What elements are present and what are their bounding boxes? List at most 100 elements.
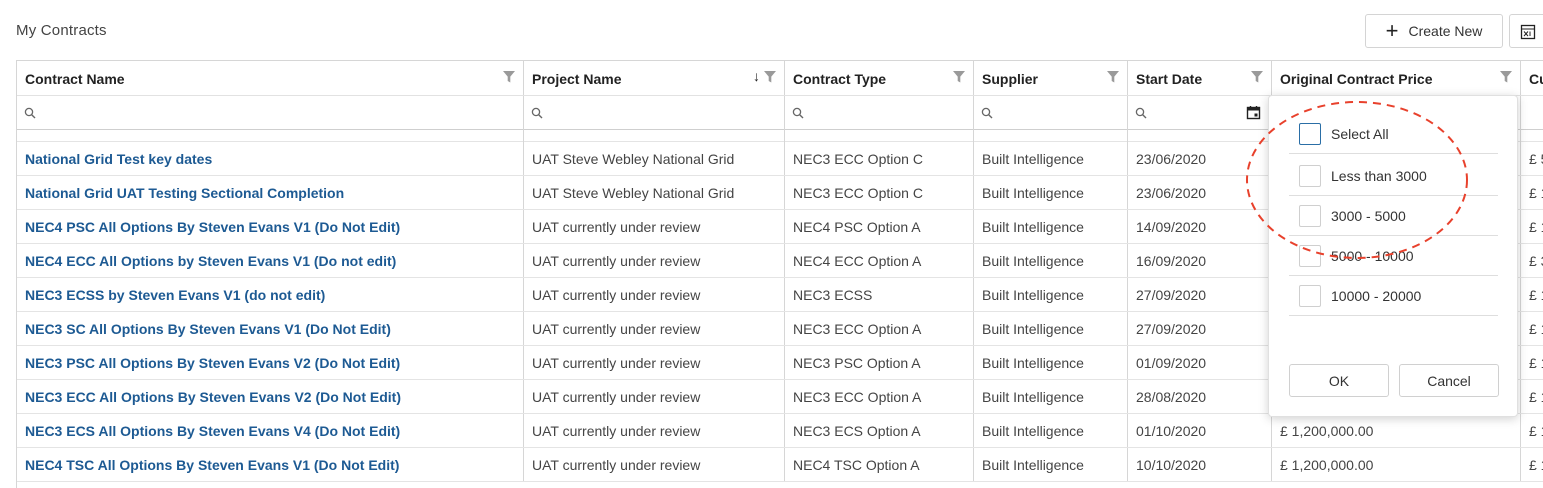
table-cell-cu: £ 1 — [1521, 346, 1543, 379]
table-cell-contract-type: NEC3 ECSS — [785, 278, 974, 311]
project-name-filter-input[interactable] — [524, 96, 785, 130]
table-cell-contract-type: NEC4 TSC Option A — [785, 448, 974, 481]
table-cell-start-date: 10/10/2020 — [1128, 448, 1272, 481]
table-cell-cu: £ 1 — [1521, 312, 1543, 345]
funnel-icon[interactable] — [502, 70, 516, 87]
table-cell-supplier: Built Intelligence — [974, 142, 1128, 175]
column-header-supplier[interactable]: Supplier — [974, 61, 1128, 95]
filter-option[interactable]: 5000 - 10000 — [1289, 236, 1498, 276]
contract-name-link[interactable]: NEC4 PSC All Options By Steven Evans V1 … — [17, 210, 524, 243]
contract-name-link[interactable]: NEC3 PSC All Options By Steven Evans V2 … — [17, 346, 524, 379]
table-cell-contract-type: NEC4 PSC Option A — [785, 210, 974, 243]
contract-name-link[interactable]: NEC3 ECS All Options By Steven Evans V4 … — [17, 414, 524, 447]
table-row[interactable]: NEC4 TSC All Options By Steven Evans V1 … — [17, 448, 1543, 482]
contract-name-link[interactable]: National Grid UAT Testing Sectional Comp… — [17, 176, 524, 209]
table-cell-cu: £ 1 — [1521, 380, 1543, 413]
table-cell-supplier: Built Intelligence — [974, 312, 1128, 345]
column-header-contract-name[interactable]: Contract Name — [17, 61, 524, 95]
checkbox[interactable] — [1299, 164, 1321, 187]
column-header-start-date[interactable]: Start Date — [1128, 61, 1272, 95]
funnel-icon[interactable] — [952, 70, 966, 87]
column-header-contract-type[interactable]: Contract Type — [785, 61, 974, 95]
table-cell-project-name: UAT currently under review — [524, 278, 785, 311]
search-icon — [24, 106, 36, 124]
funnel-icon[interactable] — [1499, 70, 1513, 87]
ok-button[interactable]: OK — [1289, 364, 1389, 397]
contract-type-filter-input[interactable] — [785, 96, 974, 130]
filter-option-select-all[interactable]: Select All — [1289, 114, 1498, 154]
table-cell-project-name: UAT currently under review — [524, 414, 785, 447]
table-cell-supplier: Built Intelligence — [974, 210, 1128, 243]
checkbox[interactable] — [1299, 122, 1321, 145]
table-cell-start-date: 23/06/2020 — [1128, 142, 1272, 175]
table-cell-start-date: 14/09/2020 — [1128, 210, 1272, 243]
table-cell-supplier: Built Intelligence — [974, 244, 1128, 277]
table-row[interactable]: NEC3 ECS All Options By Steven Evans V4 … — [17, 414, 1543, 448]
table-cell-price: £ 1,200,000.00 — [1272, 414, 1521, 447]
table-cell-project-name: UAT currently under review — [524, 448, 785, 481]
search-icon — [1135, 106, 1147, 124]
funnel-icon[interactable] — [1106, 70, 1120, 87]
checkbox[interactable] — [1299, 244, 1321, 267]
contract-name-link[interactable]: NEC3 SC All Options By Steven Evans V1 (… — [17, 312, 524, 345]
table-cell-contract-type: NEC3 PSC Option A — [785, 346, 974, 379]
contract-name-link[interactable]: NEC3 ECSS by Steven Evans V1 (do not edi… — [17, 278, 524, 311]
table-cell-project-name: UAT currently under review — [524, 380, 785, 413]
table-cell-start-date: 27/09/2020 — [1128, 278, 1272, 311]
export-excel-button[interactable] — [1509, 14, 1543, 48]
start-date-filter-input[interactable] — [1128, 96, 1272, 130]
table-cell-cu: £ 1 — [1521, 448, 1543, 481]
calendar-icon[interactable] — [1246, 105, 1261, 125]
table-cell-cu: £ 1 — [1521, 414, 1543, 447]
contract-name-link[interactable]: NEC4 TSC All Options By Steven Evans V1 … — [17, 448, 524, 481]
table-cell-contract-type: NEC3 ECC Option C — [785, 176, 974, 209]
column-header-project-name[interactable]: Project Name ↓ — [524, 61, 785, 95]
search-icon — [981, 106, 993, 124]
checkbox[interactable] — [1299, 204, 1321, 227]
table-cell-cu: £ 5 — [1521, 142, 1543, 175]
funnel-icon[interactable] — [1250, 70, 1264, 87]
contract-name-link[interactable]: NEC3 ECC All Options By Steven Evans V2 … — [17, 380, 524, 413]
table-cell-contract-type: NEC4 ECC Option A — [785, 244, 974, 277]
table-cell-cu: £ 1 — [1521, 210, 1543, 243]
create-new-label: Create New — [1408, 23, 1483, 39]
create-new-button[interactable]: + Create New — [1365, 14, 1503, 48]
table-cell-project-name: UAT currently under review — [524, 210, 785, 243]
checkbox[interactable] — [1299, 284, 1321, 307]
table-cell-supplier: Built Intelligence — [974, 448, 1128, 481]
contract-name-link[interactable]: National Grid Test key dates — [17, 142, 524, 175]
table-cell-start-date: 28/08/2020 — [1128, 380, 1272, 413]
contract-name-link[interactable]: NEC4 ECC All Options by Steven Evans V1 … — [17, 244, 524, 277]
table-cell-contract-type: NEC3 ECC Option A — [785, 312, 974, 345]
funnel-icon[interactable] — [763, 70, 777, 87]
table-cell-project-name: UAT Steve Webley National Grid — [524, 176, 785, 209]
table-cell-start-date: 01/10/2020 — [1128, 414, 1272, 447]
price-filter-dropdown: Select All Less than 3000 3000 - 5000 50… — [1268, 95, 1518, 417]
table-cell-supplier: Built Intelligence — [974, 176, 1128, 209]
cu-filter-input[interactable] — [1521, 96, 1543, 130]
filter-option[interactable]: 3000 - 5000 — [1289, 196, 1498, 236]
table-cell-supplier: Built Intelligence — [974, 346, 1128, 379]
table-cell-cu: £ 3 — [1521, 244, 1543, 277]
cancel-button[interactable]: Cancel — [1399, 364, 1499, 397]
column-header-cu[interactable]: Cu — [1521, 61, 1543, 95]
table-cell-start-date: 23/06/2020 — [1128, 176, 1272, 209]
filter-option[interactable]: 10000 - 20000 — [1289, 276, 1498, 316]
table-cell-project-name: UAT Steve Webley National Grid — [524, 142, 785, 175]
contract-name-filter-input[interactable] — [17, 96, 524, 130]
plus-icon: + — [1385, 18, 1399, 43]
table-cell-contract-type: NEC3 ECC Option C — [785, 142, 974, 175]
table-cell-project-name: UAT currently under review — [524, 346, 785, 379]
table-cell-contract-type: NEC3 ECC Option A — [785, 380, 974, 413]
header-row: Contract Name Project Name ↓ Contract Typ… — [17, 61, 1543, 95]
excel-export-icon — [1520, 24, 1536, 40]
supplier-filter-input[interactable] — [974, 96, 1128, 130]
table-cell-project-name: UAT currently under review — [524, 244, 785, 277]
table-cell-supplier: Built Intelligence — [974, 278, 1128, 311]
table-cell-cu: £ 1 — [1521, 278, 1543, 311]
table-cell-project-name: UAT currently under review — [524, 312, 785, 345]
column-header-original-contract-price[interactable]: Original Contract Price — [1272, 61, 1521, 95]
filter-option[interactable]: Less than 3000 — [1289, 156, 1498, 196]
table-cell-start-date: 27/09/2020 — [1128, 312, 1272, 345]
contracts-page: My Contracts + Create New Contract Name … — [0, 0, 1543, 488]
